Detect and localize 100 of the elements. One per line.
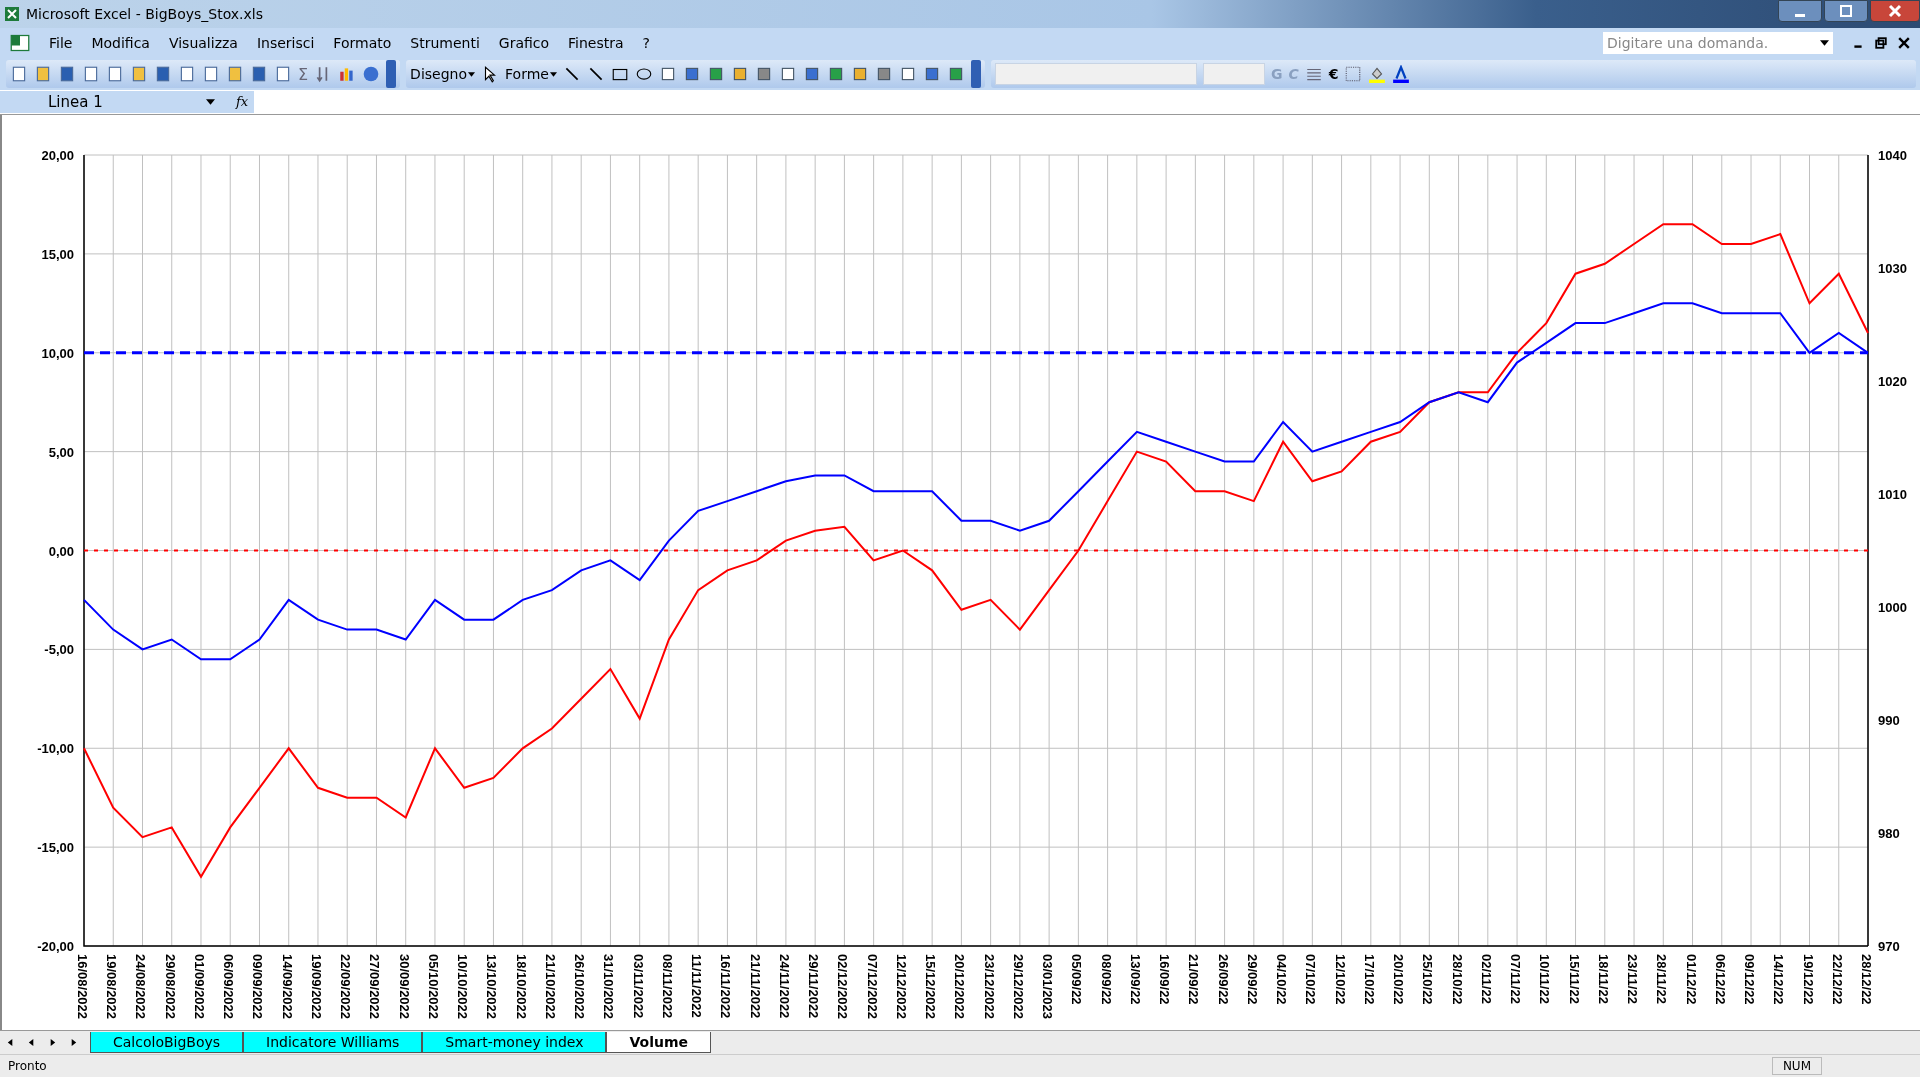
previous-sheet-icon[interactable]	[27, 1038, 36, 1047]
status-text: Pronto	[8, 1059, 47, 1073]
name-box[interactable]: Linea 1	[0, 91, 230, 113]
axis-label: 15/12/2022	[923, 954, 939, 1020]
menu-item[interactable]: ?	[642, 35, 650, 51]
oval-icon[interactable]	[634, 65, 653, 83]
menu-item[interactable]: Modifica	[91, 35, 150, 51]
axis-label: 03/11/2022	[630, 954, 646, 1019]
insert-function-button[interactable]: fx	[230, 91, 255, 113]
toolbar-options-handle[interactable]	[970, 60, 981, 88]
close-button[interactable]	[1870, 0, 1920, 22]
menu-item[interactable]: Finestra	[568, 35, 624, 51]
axis-label: 18/11/22	[1595, 954, 1611, 1004]
axis-label: 10/11/22	[1537, 954, 1553, 1004]
sheet-tab[interactable]: Indicatore Williams	[243, 1032, 423, 1053]
currency-button[interactable]: €	[1328, 66, 1339, 82]
axis-label: 28/11/22	[1654, 954, 1670, 1004]
axis-label: 01/09/2022	[192, 954, 207, 1020]
menu-item[interactable]: Formato	[333, 35, 392, 51]
axis-label: 28/12/22	[1859, 954, 1874, 1005]
axis-label: 20/10/22	[1391, 954, 1407, 1005]
sheet-tab[interactable]: CalcoloBigBoys	[90, 1032, 244, 1053]
axis-label: -20,00	[37, 939, 74, 954]
axis-label: 14/12/22	[1771, 954, 1787, 1005]
axis-label: -10,00	[37, 741, 74, 757]
axis-label: 02/12/2022	[835, 954, 851, 1020]
axis-label: 20/12/2022	[952, 954, 968, 1020]
axis-label: 13/10/2022	[484, 954, 500, 1020]
axis-label: 07/10/22	[1303, 954, 1319, 1005]
axis-label: 19/12/22	[1800, 954, 1816, 1005]
axis-label: 15/11/22	[1566, 954, 1582, 1004]
axis-label: 29/09/22	[1244, 954, 1260, 1005]
axis-label: 16/09/22	[1157, 954, 1173, 1005]
caret-icon[interactable]	[468, 71, 475, 77]
drawing-menu[interactable]: Disegno	[410, 66, 467, 82]
axis-label: 23/12/2022	[981, 954, 997, 1020]
shapes-menu[interactable]: Forme	[505, 66, 549, 82]
menu-item[interactable]: Visualizza	[168, 35, 238, 51]
axis-label: 26/10/2022	[572, 954, 588, 1020]
axis-label: 22/12/22	[1829, 954, 1845, 1005]
axis-label: 04/10/22	[1274, 954, 1290, 1005]
axis-label: 29/11/2022	[806, 954, 822, 1019]
menu-item[interactable]: Inserisci	[256, 35, 315, 51]
axis-label: 29/08/2022	[162, 954, 178, 1020]
axis-label: 10/10/2022	[455, 954, 471, 1020]
axis-label: 07/12/2022	[864, 954, 880, 1020]
axis-label: 18/10/2022	[513, 954, 529, 1020]
axis-label: 05/09/22	[1069, 954, 1085, 1005]
axis-label: 1040	[1878, 148, 1907, 163]
menu-item[interactable]: File	[49, 35, 73, 51]
menu-item[interactable]: Grafico	[498, 35, 550, 51]
axis-label: 02/11/22	[1478, 954, 1494, 1004]
autosum-button[interactable]: Σ	[298, 64, 309, 84]
axis-label: 0,00	[48, 543, 74, 559]
dropdown-icon[interactable]	[1820, 40, 1829, 46]
axis-label: 970	[1878, 939, 1900, 954]
axis-label: 06/12/22	[1712, 954, 1728, 1005]
borders-icon[interactable]	[1344, 65, 1363, 83]
minimize-button[interactable]	[1778, 0, 1822, 22]
axis-label: 24/08/2022	[133, 954, 149, 1020]
axis-label: 01/12/22	[1683, 954, 1699, 1005]
axis-label: 12/12/2022	[893, 954, 909, 1020]
axis-label: 1010	[1878, 487, 1907, 502]
axis-label: 08/11/2022	[659, 954, 675, 1019]
workbook-icon[interactable]	[10, 33, 30, 53]
axis-label: 980	[1878, 826, 1900, 841]
axis-label: 28/10/22	[1449, 954, 1465, 1005]
axis-label: 08/09/22	[1098, 954, 1114, 1005]
menu-item[interactable]: Strumenti	[410, 35, 480, 51]
close-icon[interactable]	[1898, 37, 1910, 49]
caret-icon[interactable]	[549, 71, 557, 77]
minimize-icon	[1795, 13, 1805, 17]
axis-label: 1000	[1878, 600, 1907, 615]
last-sheet-icon[interactable]	[69, 1038, 78, 1047]
axis-label: 09/12/22	[1742, 954, 1757, 1005]
toolbar-options-handle[interactable]	[386, 60, 397, 88]
window-title: Microsoft Excel - BigBoys_Stox.xls	[26, 6, 264, 22]
num-lock-indicator: NUM	[1771, 1057, 1822, 1075]
axis-label: 10,00	[41, 345, 74, 361]
restore-icon[interactable]	[1875, 37, 1887, 49]
maximize-button[interactable]	[1824, 0, 1868, 22]
axis-label: 06/09/2022	[221, 954, 237, 1020]
axis-label: 15,00	[41, 246, 74, 262]
axis-label: 26/09/22	[1215, 954, 1231, 1005]
axis-label: 30/09/2022	[396, 954, 412, 1020]
axis-label: 13/09/22	[1127, 954, 1143, 1005]
help-search-field[interactable]: Digitare una domanda.	[1603, 32, 1833, 54]
next-sheet-icon[interactable]	[48, 1038, 57, 1047]
axis-label: 14/09/2022	[279, 954, 295, 1020]
axis-label: 07/11/22	[1508, 954, 1524, 1004]
axis-label: 09/09/2022	[250, 954, 266, 1020]
sheet-tab[interactable]: Smart-money index	[422, 1032, 607, 1053]
axis-label: 1020	[1878, 374, 1907, 389]
axis-label: 22/09/2022	[338, 954, 354, 1020]
axis-label: 12/10/22	[1332, 954, 1348, 1005]
sheet-tab[interactable]: Volume	[606, 1032, 711, 1053]
axis-label: 25/10/22	[1420, 954, 1436, 1005]
first-sheet-icon[interactable]	[6, 1038, 15, 1047]
axis-label: 11/11/2022	[689, 954, 705, 1018]
axis-label: 21/09/22	[1186, 954, 1202, 1005]
